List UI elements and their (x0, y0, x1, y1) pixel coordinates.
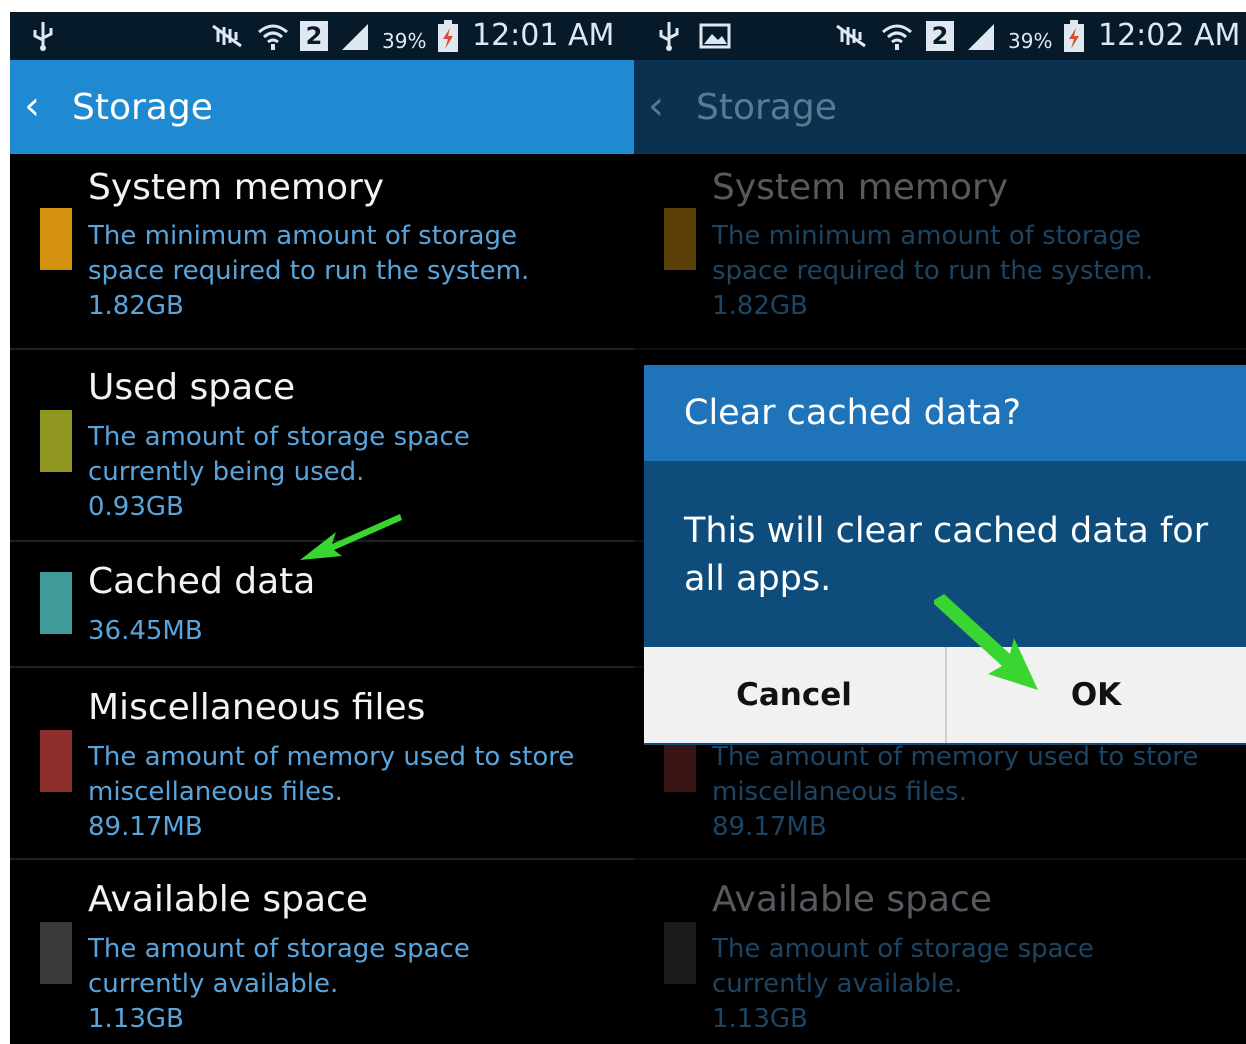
battery-percent: 39% (1008, 29, 1053, 53)
item-description-line: space required to run the system. (712, 256, 1154, 286)
status-bar: 2 39% 12:01 AM (10, 12, 634, 60)
storage-item-available-space[interactable]: Available space The amount of storage sp… (10, 860, 634, 1044)
usb-icon (659, 22, 679, 51)
back-icon[interactable]: ‹ (24, 82, 40, 130)
item-size: 1.13GB (712, 1004, 808, 1034)
usb-icon (33, 22, 53, 51)
item-description-line: The amount of storage space (88, 422, 470, 452)
item-description-line: The minimum amount of storage (712, 221, 1141, 251)
storage-item-available-space: Available space The amount of storage sp… (634, 860, 1246, 1044)
item-description-line: The amount of storage space (88, 934, 470, 964)
item-name: Cached data (88, 561, 316, 602)
item-description-line: The amount of memory used to store (88, 742, 575, 772)
storage-list: System memory The minimum amount of stor… (10, 154, 634, 1044)
storage-item-system-memory[interactable]: System memory The minimum amount of stor… (10, 154, 634, 350)
wifi-icon (258, 24, 288, 50)
item-size: 89.17MB (88, 812, 203, 842)
item-size: 1.82GB (712, 291, 808, 321)
status-bar: 2 39% 12:02 AM (634, 12, 1246, 60)
storage-item-miscellaneous-files[interactable]: Miscellaneous files The amount of memory… (10, 668, 634, 860)
color-swatch (40, 572, 72, 634)
item-size: 1.82GB (88, 291, 184, 321)
item-size: 1.13GB (88, 1004, 184, 1034)
item-description-line: The amount of storage space (712, 934, 1094, 964)
sim-badge: 2 (926, 21, 954, 51)
item-description-line: The amount of memory used to store (712, 742, 1199, 772)
signal-icon (968, 24, 994, 50)
mute-icon (836, 24, 866, 48)
page-title: Storage (696, 87, 837, 128)
cancel-button[interactable]: Cancel (644, 647, 944, 743)
item-description-line: space required to run the system. (88, 256, 530, 286)
battery-percent: 39% (382, 29, 427, 53)
clock: 12:01 AM (472, 18, 615, 53)
storage-screen-before: 2 39% 12:01 AM ‹ Storage System memory T… (10, 12, 634, 1044)
sim-badge: 2 (300, 21, 328, 51)
item-name: Miscellaneous files (88, 687, 426, 728)
mute-icon (212, 24, 242, 48)
green-arrow-pointer-icon (300, 514, 402, 560)
color-swatch (40, 922, 72, 984)
item-description-line: miscellaneous files. (712, 777, 967, 807)
wifi-icon (882, 24, 912, 50)
item-size: 36.45MB (88, 616, 203, 646)
item-name: Used space (88, 367, 296, 408)
dialog-title: Clear cached data? (644, 365, 1246, 461)
page-title: Storage (72, 87, 213, 128)
dialog-message: This will clear cached data for all apps… (684, 511, 1209, 599)
battery-charging-icon (438, 20, 458, 52)
back-icon: ‹ (648, 83, 664, 129)
image-icon (699, 23, 731, 49)
app-bar: ‹ Storage (10, 60, 634, 154)
item-description-line: currently available. (88, 969, 339, 999)
clock: 12:02 AM (1098, 18, 1241, 53)
signal-icon (342, 24, 368, 50)
color-swatch (40, 730, 72, 792)
app-bar: ‹ Storage (634, 60, 1246, 154)
item-name: System memory (88, 167, 385, 208)
color-swatch (664, 922, 696, 984)
battery-charging-icon (1064, 20, 1084, 52)
item-description-line: currently available. (712, 969, 963, 999)
item-name: Available space (712, 879, 993, 920)
item-description-line: The minimum amount of storage (88, 221, 517, 251)
color-swatch (40, 410, 72, 472)
storage-screen-dialog: 2 39% 12:02 AM ‹ Storage System memory T… (634, 12, 1246, 1044)
item-description-line: currently being used. (88, 457, 365, 487)
item-name: Available space (88, 879, 369, 920)
item-size: 0.93GB (88, 492, 184, 522)
color-swatch (664, 208, 696, 270)
item-name: System memory (712, 167, 1009, 208)
color-swatch (40, 208, 72, 270)
item-size: 89.17MB (712, 812, 827, 842)
item-description-line: miscellaneous files. (88, 777, 343, 807)
green-arrow-pointer-icon (934, 594, 1038, 690)
storage-item-system-memory: System memory The minimum amount of stor… (634, 154, 1246, 350)
